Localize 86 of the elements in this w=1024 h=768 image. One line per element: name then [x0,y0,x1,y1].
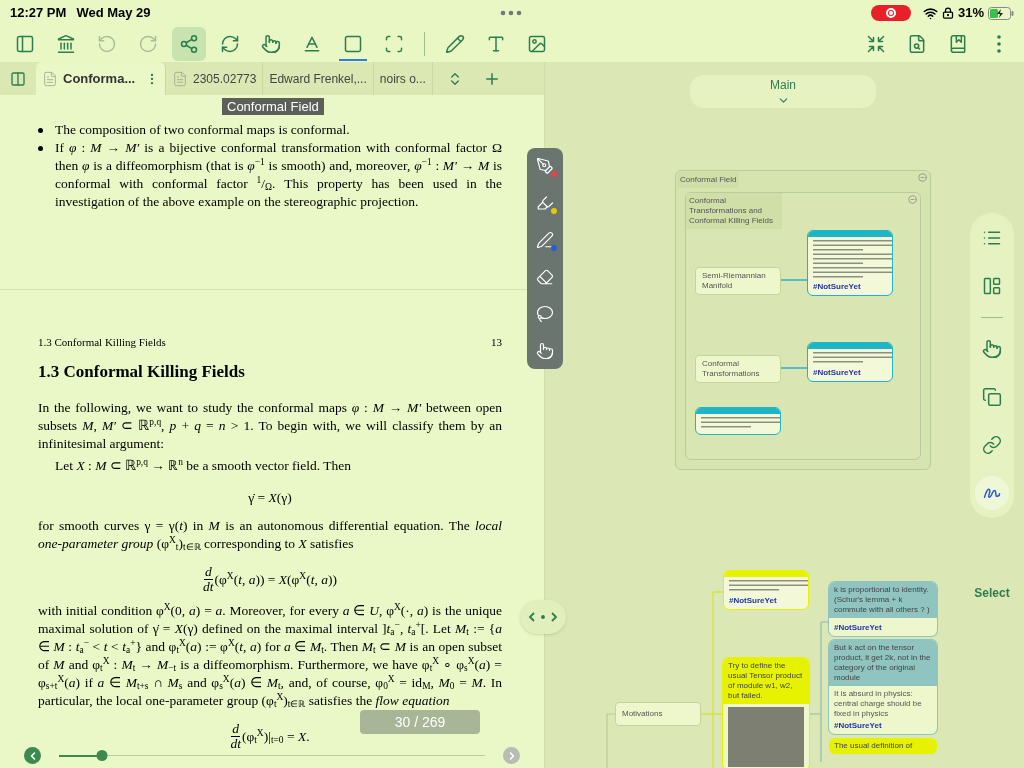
equation: γ̇ = X(γ) [248,489,292,507]
text-underline-icon [302,34,322,54]
mind-map-button[interactable] [172,27,206,61]
tooltip: Conformal Field [222,98,324,115]
note-card[interactable]: #NotSureYet [807,342,893,382]
pencil-icon [445,34,465,54]
battery-icon [988,6,1014,20]
selection-underline [339,59,367,61]
note-text: k is proportional to identity. (Schur's lemma + k commute with all others ? ) [829,582,937,618]
date: Wed May 29 [76,4,151,23]
note-card[interactable]: #NotSureYet [723,570,809,610]
split-view-icon[interactable] [10,70,26,87]
hand-pointer-icon [536,342,554,360]
hand-pointer-icon [261,34,281,54]
page-indicator: 30 / 269 [360,710,480,734]
more-icon [997,35,1001,53]
copy-icon [982,387,1002,407]
group-title: Conformal Transformations and Conformal Killing Fields [686,193,782,229]
undo-icon [97,34,117,54]
image-icon [527,34,547,54]
chevrons-icon [528,611,558,623]
highlighter-icon [536,194,554,212]
bullet-icon [38,128,43,133]
sync-icon [220,34,240,54]
link-icon [982,435,1002,455]
paragraph: for smooth curves γ = γ(t) in M is an autonomous differential equation. The local one-parameter group (φ$^{X}$$_{t}$)$_{t∈ℝ}$ corresponding to X satisfies [38,517,502,553]
note-card[interactable] [695,407,781,435]
list-icon [982,228,1002,248]
note-comment: It is absurd in physics: central charge should be fixed in physics [834,689,923,719]
note-card[interactable]: The usual definition of [829,738,937,754]
bullet-text: The composition of two conformal maps is conformal. [55,121,350,139]
topic-node[interactable]: Conformal Transformations [695,355,781,383]
battery-percent: 31% [957,4,984,23]
page-slider[interactable] [59,749,485,762]
page-number: 13 [491,335,502,350]
paragraph: In the following, we want to study the conformal maps φ : M → M′ between open subsets M, M′ ⊂ ℝ$^{p,q}$, p + q = n > 1. To begin with, we will classify them by an infinitesimal argument: [38,399,502,453]
pen-icon [536,231,554,249]
redo-icon [138,34,158,54]
note-tag: #NotSureYet [813,282,887,292]
sidebar-icon [15,34,35,54]
hand-pointer-icon [982,339,1002,359]
note-card[interactable]: k is proportional to identity. (Schur's lemma + k commute with all others ? ) #NotSureYet [829,582,937,636]
rectangle-icon [343,34,363,54]
select-button[interactable]: Select [974,584,1010,602]
paragraph: Let X : M ⊂ ℝ$^{p,q}$ → ℝ$^{n}$ be a smooth vector field. Then [54,457,352,475]
paragraph: with initial condition φ$^{X}$(0, a) = a. Moreover, for every a ∈ U, φ$^{X}$(·, a) is the unique maximal solution of γ̇ = X(γ) defined on the maximal interval ]t$_{a}$$^{−}$, t$_{a}$$^{+}$[. Let M$_{t}$ := {a ∈ M : t$_{a}$$^{−}$ < t < t$_{a}$$^{+}$} and φ$_{t}$$^{X}$(a) := φ$^{X}$(t, a) for a ∈ M$_{t}$. Then M$_{t}$ ⊂ M is an open subset of M and φ$_{t}$$^{X}$ : M$_{t}$ → M$_{−t}$ is a diffeomorphism. Furthermore, we have φ$_{t}$$^{X}$ ∘ φ$_{s}$$^{X}$(a) = φ$_{s+t}$$^{X}$(a) if a ∈ M$_{t+s}$ ∩ M$_{s}$ and φ$_{s}$$^{X}$(a) ∈ M$_{t}$, and, of course, φ$_{0}$$^{X}$ = id$_{M}$, M$_{0}$ = M. In particular, the local one-parameter group (φ$_{t}$$^{X}$)$_{t∈ℝ}$ satisfies the flow equation [38,602,502,710]
topic-node[interactable]: Semi-Riemannian Manifold [695,267,781,295]
shrink-icon [866,34,886,54]
wifi-icon [922,5,938,21]
group-title: Conformal Field [677,172,740,188]
layout-icon [982,276,1002,296]
lasso-icon [536,305,554,323]
document-icon [42,70,58,87]
note-tag: #NotSureYet [729,596,803,606]
document-search-icon [907,34,927,54]
note-text: But k act on the tensor product, it get 2k, not in the category of the original module [829,640,937,686]
section-heading: 1.3 Conformal Killing Fields [38,363,246,381]
more-dots-icon [499,10,522,16]
running-header: 1.3 Conformal Killing Fields [38,335,166,350]
note-card[interactable]: Try to define the usual Tensor product of module w1, w2, but failed. [723,658,809,768]
bullet-text: If φ : M → M′ is a bijective conformal transformation with conformal factor Ω then φ is a diffeomorphism (that is φ$^{−1}$ is smooth) and, moreover, φ$^{−1}$ : M′ → M is conformal with conformal factor $^{1}$/$_{Ω}$. This property has been used in the investigation of the above example on the stereographic projection. [55,139,502,211]
rotation-lock-icon [941,7,954,19]
document-icon [172,70,188,87]
frame-icon [384,34,404,54]
library-icon [56,34,76,54]
note-card[interactable]: #NotSureYet [807,230,893,296]
mind-map-icon [179,34,199,54]
previous-page-button[interactable] [24,747,41,764]
connector-line [780,279,808,281]
note-text: Try to define the usual Tensor product of module w1, w2, but failed. [723,658,809,704]
note-tag: #NotSureYet [834,623,932,633]
note-card[interactable]: But k act on the tensor product, it get 2k, not in the category of the original module It is absurd in physics: central charge should be fixed in physics #NotSureYet [829,640,937,734]
clock-time: 12:27 PM [10,4,67,23]
bullet-icon [38,146,43,151]
squiggle-button[interactable] [975,476,1009,510]
connector-line [606,713,616,768]
note-tag: #NotSureYet [813,368,887,378]
eraser-icon [536,268,554,286]
mind-map-selector[interactable]: Main [690,75,876,108]
bookmark-icon [948,34,968,54]
topic-node[interactable]: Motivations [615,702,701,726]
text-box-icon [486,34,506,54]
note-tag: #NotSureYet [834,721,932,731]
document-tab[interactable]: Conforma... [36,62,166,95]
connector-line [780,367,808,369]
fountain-pen-icon [536,157,554,175]
